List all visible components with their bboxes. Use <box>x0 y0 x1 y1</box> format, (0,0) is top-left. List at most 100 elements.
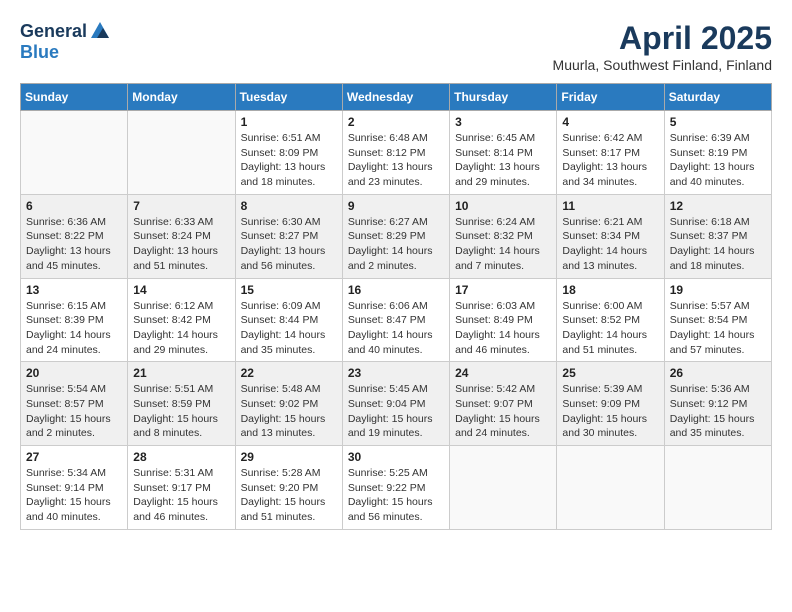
day-info: Sunrise: 6:33 AM Sunset: 8:24 PM Dayligh… <box>133 215 229 274</box>
day-info: Sunrise: 5:48 AM Sunset: 9:02 PM Dayligh… <box>241 382 337 441</box>
day-info: Sunrise: 6:00 AM Sunset: 8:52 PM Dayligh… <box>562 299 658 358</box>
day-number: 10 <box>455 199 551 213</box>
day-number: 22 <box>241 366 337 380</box>
weekday-header-friday: Friday <box>557 84 664 111</box>
calendar-week-row: 27 Sunrise: 5:34 AM Sunset: 9:14 PM Dayli… <box>21 446 772 530</box>
calendar-table: SundayMondayTuesdayWednesdayThursdayFrid… <box>20 83 772 530</box>
day-info: Sunrise: 5:34 AM Sunset: 9:14 PM Dayligh… <box>26 466 122 525</box>
calendar-cell: 22 Sunrise: 5:48 AM Sunset: 9:02 PM Dayli… <box>235 362 342 446</box>
calendar-cell: 23 Sunrise: 5:45 AM Sunset: 9:04 PM Dayli… <box>342 362 449 446</box>
day-number: 28 <box>133 450 229 464</box>
calendar-cell: 15 Sunrise: 6:09 AM Sunset: 8:44 PM Dayli… <box>235 278 342 362</box>
day-info: Sunrise: 5:45 AM Sunset: 9:04 PM Dayligh… <box>348 382 444 441</box>
day-info: Sunrise: 6:21 AM Sunset: 8:34 PM Dayligh… <box>562 215 658 274</box>
day-number: 1 <box>241 115 337 129</box>
calendar-cell: 6 Sunrise: 6:36 AM Sunset: 8:22 PM Daylig… <box>21 194 128 278</box>
calendar-cell: 5 Sunrise: 6:39 AM Sunset: 8:19 PM Daylig… <box>664 111 771 195</box>
day-info: Sunrise: 6:36 AM Sunset: 8:22 PM Dayligh… <box>26 215 122 274</box>
day-number: 4 <box>562 115 658 129</box>
day-info: Sunrise: 6:30 AM Sunset: 8:27 PM Dayligh… <box>241 215 337 274</box>
day-number: 6 <box>26 199 122 213</box>
calendar-cell <box>450 446 557 530</box>
calendar-cell: 12 Sunrise: 6:18 AM Sunset: 8:37 PM Dayli… <box>664 194 771 278</box>
calendar-cell: 8 Sunrise: 6:30 AM Sunset: 8:27 PM Daylig… <box>235 194 342 278</box>
day-number: 5 <box>670 115 766 129</box>
day-number: 17 <box>455 283 551 297</box>
weekday-header-row: SundayMondayTuesdayWednesdayThursdayFrid… <box>21 84 772 111</box>
title-block: April 2025 Muurla, Southwest Finland, Fi… <box>553 20 772 73</box>
calendar-cell: 9 Sunrise: 6:27 AM Sunset: 8:29 PM Daylig… <box>342 194 449 278</box>
day-info: Sunrise: 5:25 AM Sunset: 9:22 PM Dayligh… <box>348 466 444 525</box>
location-text: Muurla, Southwest Finland, Finland <box>553 57 772 73</box>
calendar-week-row: 1Sunrise: 6:51 AM Sunset: 8:09 PM Daylig… <box>21 111 772 195</box>
day-info: Sunrise: 6:45 AM Sunset: 8:14 PM Dayligh… <box>455 131 551 190</box>
day-number: 18 <box>562 283 658 297</box>
calendar-cell: 11 Sunrise: 6:21 AM Sunset: 8:34 PM Dayli… <box>557 194 664 278</box>
calendar-cell: 2Sunrise: 6:48 AM Sunset: 8:12 PM Daylig… <box>342 111 449 195</box>
calendar-cell: 7 Sunrise: 6:33 AM Sunset: 8:24 PM Daylig… <box>128 194 235 278</box>
month-title: April 2025 <box>553 20 772 57</box>
day-info: Sunrise: 5:39 AM Sunset: 9:09 PM Dayligh… <box>562 382 658 441</box>
weekday-header-tuesday: Tuesday <box>235 84 342 111</box>
calendar-cell: 19Sunrise: 5:57 AM Sunset: 8:54 PM Dayli… <box>664 278 771 362</box>
day-info: Sunrise: 6:39 AM Sunset: 8:19 PM Dayligh… <box>670 131 766 190</box>
day-number: 20 <box>26 366 122 380</box>
calendar-week-row: 6 Sunrise: 6:36 AM Sunset: 8:22 PM Daylig… <box>21 194 772 278</box>
logo-blue-text: Blue <box>20 42 59 63</box>
page-header: General Blue April 2025 Muurla, Southwes… <box>20 20 772 73</box>
day-number: 3 <box>455 115 551 129</box>
calendar-cell: 28 Sunrise: 5:31 AM Sunset: 9:17 PM Dayli… <box>128 446 235 530</box>
calendar-cell: 10 Sunrise: 6:24 AM Sunset: 8:32 PM Dayli… <box>450 194 557 278</box>
logo: General Blue <box>20 20 111 63</box>
day-number: 13 <box>26 283 122 297</box>
day-info: Sunrise: 5:57 AM Sunset: 8:54 PM Dayligh… <box>670 299 766 358</box>
day-number: 12 <box>670 199 766 213</box>
calendar-cell: 25 Sunrise: 5:39 AM Sunset: 9:09 PM Dayli… <box>557 362 664 446</box>
day-number: 8 <box>241 199 337 213</box>
calendar-cell <box>21 111 128 195</box>
calendar-cell: 27 Sunrise: 5:34 AM Sunset: 9:14 PM Dayli… <box>21 446 128 530</box>
day-info: Sunrise: 5:36 AM Sunset: 9:12 PM Dayligh… <box>670 382 766 441</box>
day-number: 9 <box>348 199 444 213</box>
weekday-header-thursday: Thursday <box>450 84 557 111</box>
day-number: 15 <box>241 283 337 297</box>
weekday-header-saturday: Saturday <box>664 84 771 111</box>
day-number: 21 <box>133 366 229 380</box>
day-info: Sunrise: 6:18 AM Sunset: 8:37 PM Dayligh… <box>670 215 766 274</box>
day-info: Sunrise: 6:42 AM Sunset: 8:17 PM Dayligh… <box>562 131 658 190</box>
logo-icon <box>89 20 111 42</box>
day-number: 29 <box>241 450 337 464</box>
day-number: 11 <box>562 199 658 213</box>
weekday-header-sunday: Sunday <box>21 84 128 111</box>
calendar-cell: 13 Sunrise: 6:15 AM Sunset: 8:39 PM Dayli… <box>21 278 128 362</box>
calendar-cell: 29 Sunrise: 5:28 AM Sunset: 9:20 PM Dayli… <box>235 446 342 530</box>
calendar-week-row: 20 Sunrise: 5:54 AM Sunset: 8:57 PM Dayli… <box>21 362 772 446</box>
weekday-header-wednesday: Wednesday <box>342 84 449 111</box>
day-number: 16 <box>348 283 444 297</box>
day-info: Sunrise: 6:09 AM Sunset: 8:44 PM Dayligh… <box>241 299 337 358</box>
calendar-cell: 20 Sunrise: 5:54 AM Sunset: 8:57 PM Dayli… <box>21 362 128 446</box>
day-number: 2 <box>348 115 444 129</box>
calendar-cell: 14Sunrise: 6:12 AM Sunset: 8:42 PM Dayli… <box>128 278 235 362</box>
calendar-cell <box>664 446 771 530</box>
weekday-header-monday: Monday <box>128 84 235 111</box>
day-number: 7 <box>133 199 229 213</box>
calendar-cell: 24Sunrise: 5:42 AM Sunset: 9:07 PM Dayli… <box>450 362 557 446</box>
calendar-cell <box>128 111 235 195</box>
day-info: Sunrise: 6:27 AM Sunset: 8:29 PM Dayligh… <box>348 215 444 274</box>
calendar-week-row: 13 Sunrise: 6:15 AM Sunset: 8:39 PM Dayli… <box>21 278 772 362</box>
day-number: 27 <box>26 450 122 464</box>
day-info: Sunrise: 6:24 AM Sunset: 8:32 PM Dayligh… <box>455 215 551 274</box>
calendar-cell: 26Sunrise: 5:36 AM Sunset: 9:12 PM Dayli… <box>664 362 771 446</box>
calendar-cell: 21Sunrise: 5:51 AM Sunset: 8:59 PM Dayli… <box>128 362 235 446</box>
calendar-cell: 1Sunrise: 6:51 AM Sunset: 8:09 PM Daylig… <box>235 111 342 195</box>
calendar-cell <box>557 446 664 530</box>
day-number: 30 <box>348 450 444 464</box>
day-info: Sunrise: 5:54 AM Sunset: 8:57 PM Dayligh… <box>26 382 122 441</box>
day-info: Sunrise: 5:31 AM Sunset: 9:17 PM Dayligh… <box>133 466 229 525</box>
day-info: Sunrise: 5:28 AM Sunset: 9:20 PM Dayligh… <box>241 466 337 525</box>
day-number: 23 <box>348 366 444 380</box>
day-number: 25 <box>562 366 658 380</box>
calendar-cell: 3 Sunrise: 6:45 AM Sunset: 8:14 PM Daylig… <box>450 111 557 195</box>
day-info: Sunrise: 6:15 AM Sunset: 8:39 PM Dayligh… <box>26 299 122 358</box>
